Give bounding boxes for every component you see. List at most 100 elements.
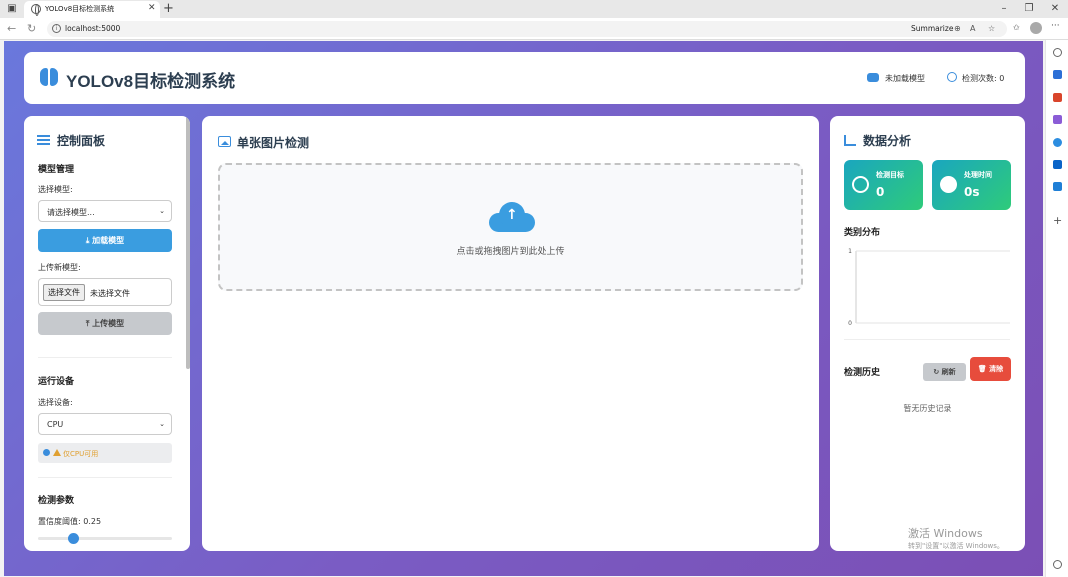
sliders-icon xyxy=(37,134,50,145)
reload-icon[interactable]: ↻ xyxy=(27,22,36,35)
model-file-input[interactable]: 选择文件 未选择文件 xyxy=(38,278,172,306)
chart-bar-icon xyxy=(844,135,856,146)
empty-history: 暂无历史记录 xyxy=(903,404,952,413)
upload-model-btn-label: 上传模型 xyxy=(92,319,125,328)
device-alert-text: 仅CPU可用 xyxy=(63,450,99,458)
windows-watermark: 激活 Windows xyxy=(908,527,983,540)
windows-watermark-sub: 转到"设置"以激活 Windows。 xyxy=(908,542,1004,550)
image-icon xyxy=(218,136,231,147)
read-aloud-icon[interactable]: A xyxy=(970,24,975,33)
tab-close-icon[interactable]: ✕ xyxy=(148,3,156,13)
clear-label: 清除 xyxy=(989,365,1004,373)
favorites-icon[interactable]: ✩ xyxy=(1013,23,1020,32)
analysis-panel: 数据分析 检测目标 0 处理时间 0s 类别分布 01 检测历史 ↻ 刷新 🗑 … xyxy=(830,116,1025,551)
load-model-button[interactable]: ⤓ 加载模型 xyxy=(38,229,172,252)
back-icon[interactable]: ← xyxy=(7,22,16,35)
outlook-icon[interactable] xyxy=(1053,160,1062,169)
history-title: 检测历史 xyxy=(844,368,881,378)
upload-model-button[interactable]: ⤒ 上传模型 xyxy=(38,312,172,335)
more-menu-icon[interactable]: ··· xyxy=(1051,21,1060,31)
search-icon[interactable] xyxy=(1053,48,1062,57)
detection-title: 单张图片检测 xyxy=(237,136,310,150)
url-text[interactable]: localhost:5000 xyxy=(65,24,120,33)
clock-icon xyxy=(940,176,957,193)
upload-model-label: 上传新模型: xyxy=(38,263,81,272)
stat-value: 0 xyxy=(876,185,885,199)
app-root: YOLOv8目标检测系统 未加载模型 检测次数: 0 控制面板 模型管理 选择模… xyxy=(4,41,1043,576)
file-status: 未选择文件 xyxy=(90,289,130,298)
params-section-title: 检测参数 xyxy=(38,496,75,506)
divider xyxy=(38,477,172,478)
confidence-slider-track[interactable] xyxy=(38,537,172,540)
category-title: 类别分布 xyxy=(844,228,881,238)
refresh-icon: ↻ xyxy=(933,368,942,376)
browser-tabbar: ▣ YOLOv8目标检测系统 ✕ + – ❐ ✕ xyxy=(0,0,1068,18)
add-sidebar-icon[interactable]: + xyxy=(1053,215,1062,226)
divider xyxy=(38,357,172,358)
shopping-icon[interactable] xyxy=(1053,93,1062,102)
address-bar: ← ↻ i localhost:5000 Summarize ⊕ A ☆ ✩ ·… xyxy=(0,18,1068,40)
device-select[interactable]: CPU ⌄ xyxy=(38,413,172,435)
y-tick-label: 0 xyxy=(848,320,852,326)
stat-card-time: 处理时间 0s xyxy=(932,160,1011,210)
restore-icon[interactable]: ❐ xyxy=(1023,3,1035,15)
people-icon[interactable] xyxy=(1053,115,1062,124)
device-section-title: 运行设备 xyxy=(38,377,75,387)
stat-card-targets: 检测目标 0 xyxy=(844,160,923,210)
divider xyxy=(844,339,1010,340)
chevron-down-icon: ⌄ xyxy=(159,420,165,428)
warning-icon xyxy=(53,449,61,456)
detect-count: 检测次数: 0 xyxy=(962,74,1005,83)
office-icon[interactable] xyxy=(1053,138,1062,147)
category-chart: 01 xyxy=(844,241,1010,326)
dropzone-text: 点击或拖拽图片到此处上传 xyxy=(456,247,565,257)
stat-label: 处理时间 xyxy=(964,171,992,179)
confidence-slider-thumb[interactable] xyxy=(68,533,79,544)
device-select-value: CPU xyxy=(47,420,64,429)
target-icon xyxy=(852,176,869,193)
history-icon xyxy=(947,72,957,82)
model-section-title: 模型管理 xyxy=(38,165,75,175)
settings-icon[interactable] xyxy=(1053,560,1062,569)
image-dropzone[interactable]: ↑ 点击或拖拽图片到此处上传 xyxy=(218,163,803,291)
control-panel: 控制面板 模型管理 选择模型: 请选择模型... ⌄ ⤓ 加载模型 上传新模型:… xyxy=(24,116,190,551)
stat-label: 检测目标 xyxy=(876,171,904,179)
url-field[interactable]: i localhost:5000 Summarize ⊕ A ☆ xyxy=(47,21,1007,37)
analysis-title: 数据分析 xyxy=(863,134,912,148)
summarize-button[interactable]: Summarize xyxy=(911,24,953,33)
control-panel-title: 控制面板 xyxy=(57,134,106,148)
confidence-label: 置信度阈值: 0.25 xyxy=(38,517,102,526)
site-info-icon[interactable]: i xyxy=(52,24,61,33)
window-close-icon[interactable]: ✕ xyxy=(1049,3,1061,15)
y-tick-label: 1 xyxy=(848,248,852,255)
panel-scrollbar[interactable] xyxy=(186,116,190,369)
profile-avatar[interactable] xyxy=(1030,22,1042,34)
browser-tab[interactable]: YOLOv8目标检测系统 ✕ xyxy=(24,1,160,18)
new-tab-button[interactable]: + xyxy=(163,1,174,16)
refresh-button[interactable]: ↻ 刷新 xyxy=(923,363,966,381)
device-alert: 仅CPU可用 xyxy=(38,443,172,463)
translate-icon[interactable]: ⊕ xyxy=(954,24,961,33)
send-icon[interactable] xyxy=(1053,182,1062,191)
select-model-label: 选择模型: xyxy=(38,185,73,194)
load-model-label: 加载模型 xyxy=(92,236,125,245)
tab-title: YOLOv8目标检测系统 xyxy=(45,5,115,13)
model-status: 未加载模型 xyxy=(885,74,925,83)
model-select[interactable]: 请选择模型... ⌄ xyxy=(38,200,172,222)
sidebar-toggle-icon[interactable]: ▣ xyxy=(6,3,18,15)
app-title: YOLOv8目标检测系统 xyxy=(66,72,236,91)
edge-sidebar: + xyxy=(1045,40,1068,577)
choose-file-button[interactable]: 选择文件 xyxy=(43,284,85,301)
select-device-label: 选择设备: xyxy=(38,398,73,407)
trash-icon: 🗑 xyxy=(977,365,990,373)
clear-button[interactable]: 🗑 清除 xyxy=(970,357,1011,381)
category-chart-svg: 01 xyxy=(848,248,1010,326)
stat-value: 0s xyxy=(964,185,980,199)
refresh-label: 刷新 xyxy=(941,368,956,376)
globe-icon xyxy=(31,4,41,16)
favorite-star-icon[interactable]: ☆ xyxy=(988,24,995,33)
model-select-value: 请选择模型... xyxy=(47,208,95,217)
tag-icon[interactable] xyxy=(1053,70,1062,79)
brain-icon xyxy=(40,68,58,86)
minimize-icon[interactable]: – xyxy=(998,3,1010,15)
